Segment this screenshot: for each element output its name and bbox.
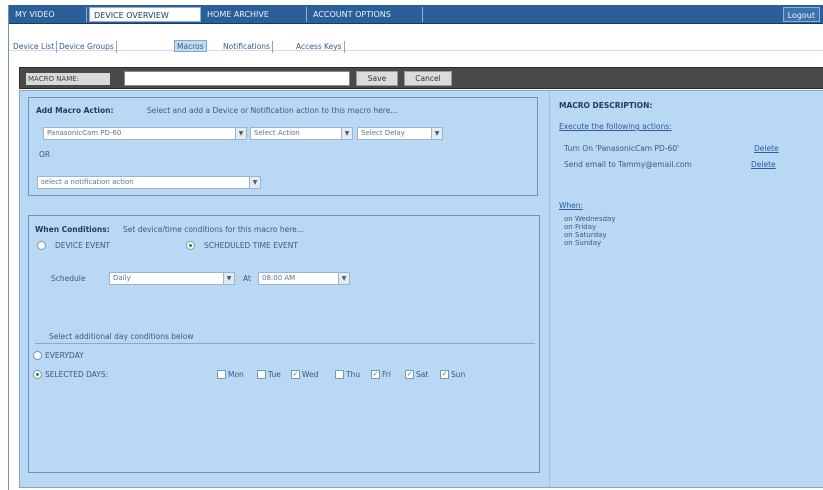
day-label-wed: Wed [302, 370, 319, 379]
divider-line [35, 343, 535, 344]
everyday-radio[interactable] [33, 351, 42, 360]
additional-conditions-label: Select additional day conditions below [49, 332, 194, 341]
scheduled-event-label: SCHEDULED TIME EVENT [204, 241, 298, 250]
time-select[interactable]: 08:00 AM ▼ [258, 272, 350, 285]
action-select-value: Select Action [254, 129, 300, 137]
selected-days-radio[interactable] [33, 370, 42, 379]
delete-action-1-link[interactable]: Delete [754, 144, 779, 153]
everyday-label: EVERYDAY [45, 351, 84, 360]
day-label-mon: Mon [228, 370, 244, 379]
delay-select[interactable]: Select Delay ▼ [357, 127, 443, 140]
day-checkbox-fri[interactable]: ✓ [371, 370, 380, 379]
subtab-macros[interactable]: Macros [174, 40, 207, 52]
tab-my-video[interactable]: MY VIDEO [11, 7, 87, 22]
cancel-button[interactable]: Cancel [404, 71, 452, 86]
when-line: on Saturday [564, 231, 607, 239]
day-checkbox-thu[interactable] [335, 370, 344, 379]
day-label-thu: Thu [346, 370, 361, 379]
or-label: OR [39, 150, 51, 159]
chevron-down-icon: ▼ [223, 273, 234, 284]
sub-nav: Device List Device Groups Macros Notific… [9, 25, 823, 53]
day-label-fri: Fri [382, 370, 391, 379]
when-title: When Conditions: [35, 225, 110, 234]
at-label: At [243, 274, 251, 283]
device-select-value: PanasonicCam PD-60 [47, 129, 122, 137]
chevron-down-icon: ▼ [249, 177, 260, 188]
action-item-1: Turn On 'PanasonicCam PD-60' [564, 144, 680, 153]
macro-name-input[interactable] [124, 71, 350, 86]
top-nav: MY VIDEO DEVICE OVERVIEW HOME ARCHIVE AC… [9, 5, 823, 24]
device-event-label: DEVICE EVENT [55, 241, 111, 250]
notification-select-value: select a notification action [41, 178, 134, 186]
execute-actions-link[interactable]: Execute the following actions: [559, 122, 672, 131]
macro-editor-panel: Add Macro Action: Select and add a Devic… [19, 90, 823, 488]
subtab-notifications[interactable]: Notifications [221, 41, 273, 53]
day-checkbox-tue[interactable] [257, 370, 266, 379]
when-conditions-box: When Conditions: Set device/time conditi… [28, 215, 540, 473]
schedule-label: Schedule [51, 274, 86, 283]
app-frame: MY VIDEO DEVICE OVERVIEW HOME ARCHIVE AC… [8, 5, 823, 490]
save-button[interactable]: Save [356, 71, 398, 86]
chevron-down-icon: ▼ [235, 128, 246, 139]
subtab-access-keys[interactable]: Access Keys [294, 41, 345, 53]
add-action-box: Add Macro Action: Select and add a Devic… [28, 97, 538, 196]
schedule-select[interactable]: Daily ▼ [109, 272, 235, 285]
add-action-instructions: Select and add a Device or Notification … [147, 106, 398, 115]
selected-days-label: SELECTED DAYS: [45, 370, 109, 379]
tab-device-overview[interactable]: DEVICE OVERVIEW [89, 7, 201, 22]
chevron-down-icon: ▼ [341, 128, 352, 139]
column-divider [549, 91, 550, 487]
tab-account-options[interactable]: ACCOUNT OPTIONS [309, 7, 423, 22]
day-checkbox-sun[interactable]: ✓ [440, 370, 449, 379]
schedule-select-value: Daily [113, 274, 131, 282]
delay-select-value: Select Delay [361, 129, 405, 137]
day-checkbox-mon[interactable] [217, 370, 226, 379]
chevron-down-icon: ▼ [431, 128, 442, 139]
action-item-2: Send email to Tammy@email.com [564, 160, 692, 169]
when-line: on Wednesday [564, 215, 616, 223]
scheduled-event-radio[interactable] [186, 241, 195, 250]
logout-button[interactable]: Logout [782, 7, 820, 22]
day-label-tue: Tue [268, 370, 281, 379]
action-select[interactable]: Select Action ▼ [250, 127, 353, 140]
subtab-device-groups[interactable]: Device Groups [57, 41, 117, 53]
day-label-sat: Sat [416, 370, 429, 379]
notification-select[interactable]: select a notification action ▼ [37, 176, 261, 189]
time-select-value: 08:00 AM [262, 274, 296, 282]
delete-action-2-link[interactable]: Delete [751, 160, 776, 169]
subtab-device-list[interactable]: Device List [11, 41, 58, 53]
chevron-down-icon: ▼ [338, 273, 349, 284]
macro-name-bar: MACRO NAME: Save Cancel [19, 67, 823, 89]
add-action-title: Add Macro Action: [36, 106, 114, 115]
day-checkbox-sat[interactable]: ✓ [405, 370, 414, 379]
device-select[interactable]: PanasonicCam PD-60 ▼ [43, 127, 247, 140]
when-line: on Sunday [564, 239, 602, 247]
description-title: MACRO DESCRIPTION: [559, 101, 653, 110]
macro-name-label: MACRO NAME: [26, 73, 110, 85]
when-heading: When: [559, 201, 584, 210]
day-label-sun: Sun [451, 370, 466, 379]
when-instructions: Set device/time conditions for this macr… [123, 225, 304, 234]
when-line: on Friday [564, 223, 597, 231]
device-event-radio[interactable] [37, 241, 46, 250]
day-checkbox-wed[interactable]: ✓ [291, 370, 300, 379]
tab-home-archive[interactable]: HOME ARCHIVE [203, 7, 307, 22]
